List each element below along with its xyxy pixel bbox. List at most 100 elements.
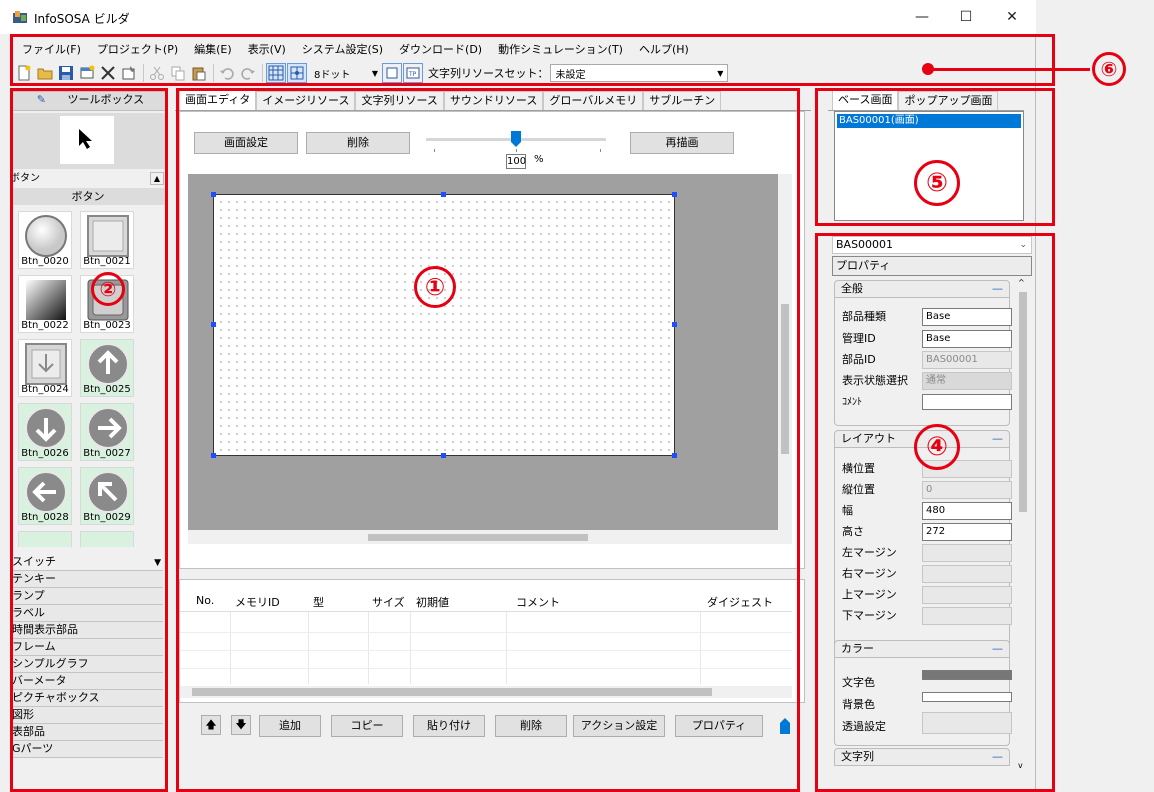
add-memory-button[interactable]: 追加 bbox=[259, 715, 321, 737]
new-screen-icon[interactable] bbox=[77, 63, 97, 83]
menu-download[interactable]: ダウンロード(D) bbox=[391, 40, 490, 60]
scroll-down-icon[interactable]: v bbox=[1018, 761, 1023, 770]
screen-canvas[interactable] bbox=[213, 194, 675, 456]
resource-set-select[interactable]: 未設定 ▼ bbox=[550, 64, 729, 82]
category-switch[interactable]: スイッチ ▼ bbox=[10, 554, 163, 571]
section-general[interactable]: 全般 — bbox=[834, 280, 1010, 298]
tool-btn-0028[interactable]: Btn_0028 bbox=[18, 467, 72, 525]
category-g-parts[interactable]: Gパーツ bbox=[10, 741, 163, 758]
close-button[interactable]: ✕ bbox=[990, 4, 1034, 30]
menu-view[interactable]: 表示(V) bbox=[240, 40, 294, 60]
delete-icon[interactable] bbox=[98, 63, 118, 83]
comment-field[interactable] bbox=[922, 394, 1012, 410]
category-label[interactable]: ラベル bbox=[10, 605, 163, 622]
category-frame[interactable]: フレーム bbox=[10, 639, 163, 656]
zoom-slider-thumb[interactable] bbox=[510, 130, 522, 148]
screen-settings-button[interactable]: 画面設定 bbox=[194, 132, 298, 154]
tab-popup-screen[interactable]: ポップアップ画面 bbox=[898, 91, 999, 110]
tool-btn-0029[interactable]: Btn_0029 bbox=[80, 467, 134, 525]
text-color-swatch[interactable] bbox=[922, 670, 1012, 680]
resize-handle[interactable] bbox=[211, 453, 216, 458]
move-down-icon[interactable]: 🡇 bbox=[231, 715, 251, 735]
width-field[interactable]: 480 bbox=[922, 502, 1012, 520]
section-color[interactable]: カラー — bbox=[834, 640, 1010, 658]
menu-system-settings[interactable]: システム設定(S) bbox=[294, 40, 391, 60]
tab-image-resource[interactable]: イメージリソース bbox=[256, 91, 356, 110]
category-table[interactable]: 表部品 bbox=[10, 724, 163, 741]
expand-down-icon[interactable]: ▼ bbox=[154, 555, 161, 571]
resize-handle[interactable] bbox=[672, 453, 677, 458]
tool-btn-partial[interactable] bbox=[18, 531, 72, 547]
resize-handle[interactable] bbox=[211, 322, 216, 327]
properties-scrollbar[interactable]: ^ v bbox=[1016, 278, 1030, 770]
paste-memory-button[interactable]: 貼り付け bbox=[413, 715, 485, 737]
resize-handle[interactable] bbox=[441, 453, 446, 458]
section-string[interactable]: 文字列 — bbox=[834, 748, 1010, 766]
manage-id-field[interactable]: Base bbox=[922, 330, 1012, 348]
collapse-icon[interactable]: — bbox=[992, 281, 1003, 297]
tab-screen-editor[interactable]: 画面エディタ bbox=[179, 90, 257, 110]
collapse-icon[interactable]: — bbox=[992, 749, 1003, 765]
part-type-field[interactable]: Base bbox=[922, 308, 1012, 326]
resize-handle[interactable] bbox=[441, 192, 446, 197]
category-simple-graph[interactable]: シンプルグラフ bbox=[10, 656, 163, 673]
save-icon[interactable] bbox=[56, 63, 76, 83]
redo-icon[interactable] bbox=[238, 63, 258, 83]
tool-btn-partial[interactable] bbox=[80, 531, 134, 547]
memory-slider-thumb[interactable] bbox=[779, 717, 791, 735]
resize-handle[interactable] bbox=[672, 322, 677, 327]
menu-simulation[interactable]: 動作シミュレーション(T) bbox=[490, 40, 631, 60]
tool-btn-0025[interactable]: Btn_0025 bbox=[80, 339, 134, 397]
grid-size-select[interactable]: 8ドット ▼ bbox=[310, 64, 382, 82]
tab-global-memory[interactable]: グローバルメモリ bbox=[543, 91, 644, 110]
tab-subroutine[interactable]: サブルーチン bbox=[643, 91, 722, 110]
frame-display-icon[interactable] bbox=[382, 63, 402, 83]
canvas-vertical-scrollbar[interactable] bbox=[778, 174, 792, 544]
delete-screen-button[interactable]: 削除 bbox=[306, 132, 410, 154]
tool-btn-0022[interactable]: Btn_0022 bbox=[18, 275, 72, 333]
properties-button[interactable]: プロパティ bbox=[675, 715, 763, 737]
display-state-select[interactable]: 通常 bbox=[922, 372, 1012, 390]
copy-icon[interactable] bbox=[168, 63, 188, 83]
copy-memory-button[interactable]: コピー bbox=[331, 715, 403, 737]
category-time-display[interactable]: 時間表示部品 bbox=[10, 622, 163, 639]
delete-memory-button[interactable]: 削除 bbox=[495, 715, 567, 737]
pointer-tool[interactable] bbox=[60, 116, 114, 164]
undo-icon[interactable] bbox=[217, 63, 237, 83]
collapse-up-icon[interactable]: ▲ bbox=[150, 172, 164, 185]
open-folder-icon[interactable] bbox=[35, 63, 55, 83]
tool-btn-0024[interactable]: Btn_0024 bbox=[18, 339, 72, 397]
menu-edit[interactable]: 編集(E) bbox=[186, 40, 240, 60]
tab-string-resource[interactable]: 文字列リソース bbox=[355, 91, 444, 110]
zoom-input[interactable]: 100 bbox=[506, 154, 526, 169]
height-field[interactable]: 272 bbox=[922, 523, 1012, 541]
resize-handle[interactable] bbox=[672, 192, 677, 197]
collapse-icon[interactable]: — bbox=[992, 641, 1003, 657]
canvas-horizontal-scrollbar[interactable] bbox=[188, 530, 778, 544]
new-file-icon[interactable] bbox=[14, 63, 34, 83]
grid-toggle-icon[interactable] bbox=[266, 63, 286, 83]
category-tenkey[interactable]: テンキー bbox=[10, 571, 163, 588]
screen-list-item[interactable]: BAS00001(画面) bbox=[837, 114, 1021, 128]
menu-project[interactable]: プロジェクト(P) bbox=[89, 40, 186, 60]
category-shape[interactable]: 図形 bbox=[10, 707, 163, 724]
category-bar-meter[interactable]: バーメータ bbox=[10, 673, 163, 690]
tab-sound-resource[interactable]: サウンドリソース bbox=[443, 91, 544, 110]
redraw-button[interactable]: 再描画 bbox=[630, 132, 734, 154]
tool-btn-0021[interactable]: Btn_0021 bbox=[80, 211, 134, 269]
action-settings-button[interactable]: アクション設定 bbox=[573, 715, 665, 737]
tool-btn-0020[interactable]: Btn_0020 bbox=[18, 211, 72, 269]
tool-btn-0026[interactable]: Btn_0026 bbox=[18, 403, 72, 461]
category-lamp[interactable]: ランプ bbox=[10, 588, 163, 605]
properties-icon[interactable] bbox=[119, 63, 139, 83]
snap-grid-icon[interactable] bbox=[287, 63, 307, 83]
maximize-button[interactable]: ☐ bbox=[944, 4, 988, 30]
memory-horizontal-scrollbar[interactable] bbox=[180, 686, 792, 698]
paste-icon[interactable] bbox=[189, 63, 209, 83]
tab-base-screen[interactable]: ベース画面 bbox=[832, 90, 899, 110]
bg-color-swatch[interactable] bbox=[922, 692, 1012, 702]
menu-help[interactable]: ヘルプ(H) bbox=[631, 40, 697, 60]
resize-handle[interactable] bbox=[211, 192, 216, 197]
tool-btn-0027[interactable]: Btn_0027 bbox=[80, 403, 134, 461]
category-picture-box[interactable]: ピクチャボックス bbox=[10, 690, 163, 707]
